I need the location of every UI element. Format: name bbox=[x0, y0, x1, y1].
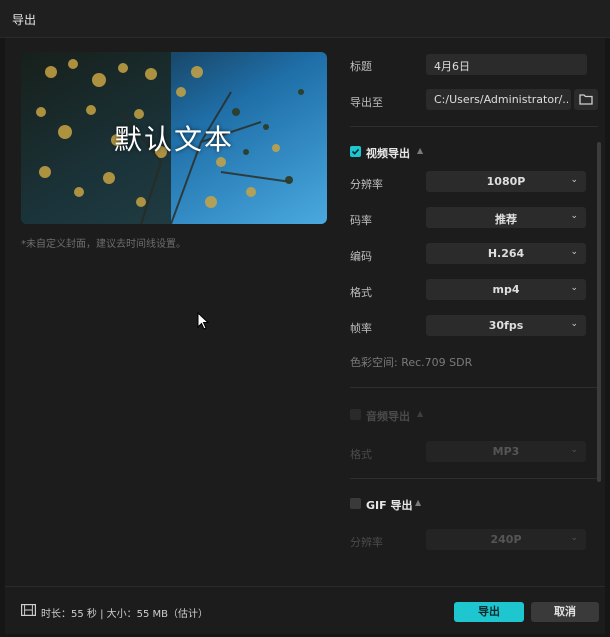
framerate-value: 30fps bbox=[488, 319, 524, 332]
cover-preview: 默认文本 bbox=[21, 52, 327, 224]
bitrate-select[interactable]: 推荐 ⌄ bbox=[426, 207, 586, 228]
duration-size-info: 时长：55 秒 | 大小：55 MB（估计） bbox=[41, 609, 209, 620]
audio-export-heading: 音频导出 bbox=[366, 410, 410, 423]
export-button[interactable]: 导出 bbox=[454, 602, 524, 622]
format-value: mp4 bbox=[492, 283, 520, 296]
settings-scrollbar[interactable] bbox=[597, 142, 601, 482]
gif-resolution-value: 240P bbox=[490, 533, 522, 546]
codec-select[interactable]: H.264 ⌄ bbox=[426, 243, 586, 264]
export-dialog: 默认文本 *未自定义封面，建议去时间线设置。 标题 4月6日 导出至 C:/Us… bbox=[5, 38, 605, 634]
title-input-value: 4月6日 bbox=[434, 60, 470, 73]
chevron-down-icon: ⌄ bbox=[570, 175, 578, 185]
film-icon bbox=[21, 604, 36, 616]
color-space-info: 色彩空间: Rec.709 SDR bbox=[350, 356, 473, 369]
audio-format-select[interactable]: MP3 ⌄ bbox=[426, 441, 586, 462]
caret-up-icon[interactable]: ▲ bbox=[415, 498, 421, 507]
resolution-label: 分辨率 bbox=[350, 178, 383, 191]
divider bbox=[350, 478, 598, 479]
codec-value: H.264 bbox=[487, 247, 525, 260]
bitrate-value: 推荐 bbox=[495, 213, 517, 226]
gif-export-heading: GIF 导出 bbox=[366, 499, 413, 512]
window-title: 导出 bbox=[12, 13, 37, 27]
chevron-down-icon: ⌄ bbox=[570, 319, 578, 329]
folder-icon bbox=[579, 94, 593, 105]
caret-up-icon[interactable]: ▲ bbox=[417, 146, 423, 155]
caret-up-icon[interactable]: ▲ bbox=[417, 409, 423, 418]
divider bbox=[350, 387, 598, 388]
bitrate-label: 码率 bbox=[350, 214, 372, 227]
dialog-footer: 时长：55 秒 | 大小：55 MB（估计） 导出 取消 bbox=[5, 586, 605, 634]
resolution-select[interactable]: 1080P ⌄ bbox=[426, 171, 586, 192]
export-settings-panel: 标题 4月6日 导出至 C:/Users/Administrator/... 视… bbox=[341, 38, 605, 588]
cover-hint: *未自定义封面，建议去时间线设置。 bbox=[21, 239, 186, 250]
title-input[interactable]: 4月6日 bbox=[426, 54, 587, 75]
divider bbox=[350, 126, 598, 127]
resolution-value: 1080P bbox=[486, 175, 526, 188]
preview-overlay-text: 默认文本 bbox=[113, 123, 234, 156]
export-path-field[interactable]: C:/Users/Administrator/... bbox=[426, 89, 571, 110]
audio-format-value: MP3 bbox=[492, 445, 520, 458]
export-path-value: C:/Users/Administrator/... bbox=[434, 93, 568, 106]
chevron-down-icon: ⌄ bbox=[570, 283, 578, 293]
export-to-label: 导出至 bbox=[350, 96, 383, 109]
framerate-label: 帧率 bbox=[350, 322, 372, 335]
chevron-down-icon: ⌄ bbox=[570, 247, 578, 257]
format-select[interactable]: mp4 ⌄ bbox=[426, 279, 586, 300]
title-bar: 导出 bbox=[0, 0, 610, 38]
browse-folder-button[interactable] bbox=[574, 89, 598, 110]
framerate-select[interactable]: 30fps ⌄ bbox=[426, 315, 586, 336]
audio-format-label: 格式 bbox=[350, 448, 372, 461]
mouse-cursor-icon bbox=[197, 311, 210, 333]
chevron-down-icon: ⌄ bbox=[570, 445, 578, 455]
chevron-down-icon: ⌄ bbox=[570, 211, 578, 221]
audio-export-checkbox[interactable] bbox=[350, 409, 361, 420]
gif-export-checkbox[interactable] bbox=[350, 498, 361, 509]
gif-resolution-label: 分辨率 bbox=[350, 536, 383, 549]
cancel-button[interactable]: 取消 bbox=[531, 602, 599, 622]
chevron-down-icon: ⌄ bbox=[570, 533, 578, 543]
format-label: 格式 bbox=[350, 286, 372, 299]
checkmark-icon bbox=[351, 148, 360, 155]
codec-label: 编码 bbox=[350, 250, 372, 263]
video-export-checkbox[interactable] bbox=[350, 146, 361, 157]
title-label: 标题 bbox=[350, 60, 372, 73]
gif-resolution-select[interactable]: 240P ⌄ bbox=[426, 529, 586, 550]
video-export-heading: 视频导出 bbox=[366, 147, 410, 160]
